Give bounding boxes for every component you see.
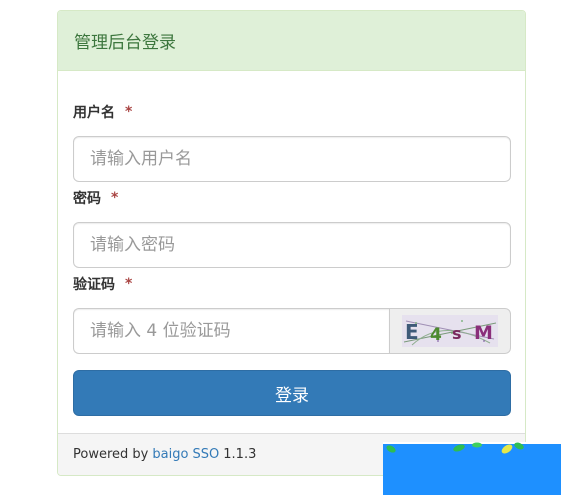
corner-decoration [383, 442, 561, 495]
login-button[interactable]: 登录 [73, 370, 511, 416]
username-label: 用户名 [73, 105, 115, 121]
password-label-row: 密码 * [73, 189, 511, 207]
required-mark: * [111, 190, 119, 206]
captcha-image[interactable]: E 4 s M [402, 315, 498, 347]
password-group: 密码 * [73, 189, 511, 268]
panel-heading: 管理后台登录 [58, 11, 525, 71]
captcha-addon: E 4 s M [389, 308, 511, 354]
svg-text:M: M [474, 322, 493, 344]
login-panel: 管理后台登录 用户名 * 密码 * 验证码 * [57, 10, 526, 476]
login-form: 用户名 * 密码 * 验证码 * [58, 72, 525, 435]
captcha-label: 验证码 [73, 277, 115, 293]
username-group: 用户名 * [73, 103, 511, 182]
username-label-row: 用户名 * [73, 103, 511, 121]
svg-text:s: s [452, 324, 462, 343]
required-mark: * [125, 104, 133, 120]
captcha-label-row: 验证码 * [73, 275, 511, 293]
required-mark: * [125, 276, 133, 292]
leaf-decoration-icon [383, 442, 561, 495]
svg-text:4: 4 [430, 325, 442, 345]
password-input[interactable] [73, 222, 511, 268]
svg-text:E: E [405, 320, 419, 344]
captcha-group: 验证码 * 请输入 4 位验证码 E 4 s M [73, 275, 511, 354]
captcha-input[interactable] [73, 308, 389, 354]
password-label: 密码 [73, 191, 101, 207]
captcha-input-group: E 4 s M [73, 308, 511, 354]
panel-title: 管理后台登录 [74, 33, 176, 53]
captcha-graphic: E 4 s M [402, 315, 498, 347]
baigo-sso-link[interactable]: baigo SSO [152, 447, 219, 462]
username-input[interactable] [73, 136, 511, 182]
powered-by-text: Powered by [73, 447, 149, 462]
version-text: 1.1.3 [223, 447, 257, 462]
